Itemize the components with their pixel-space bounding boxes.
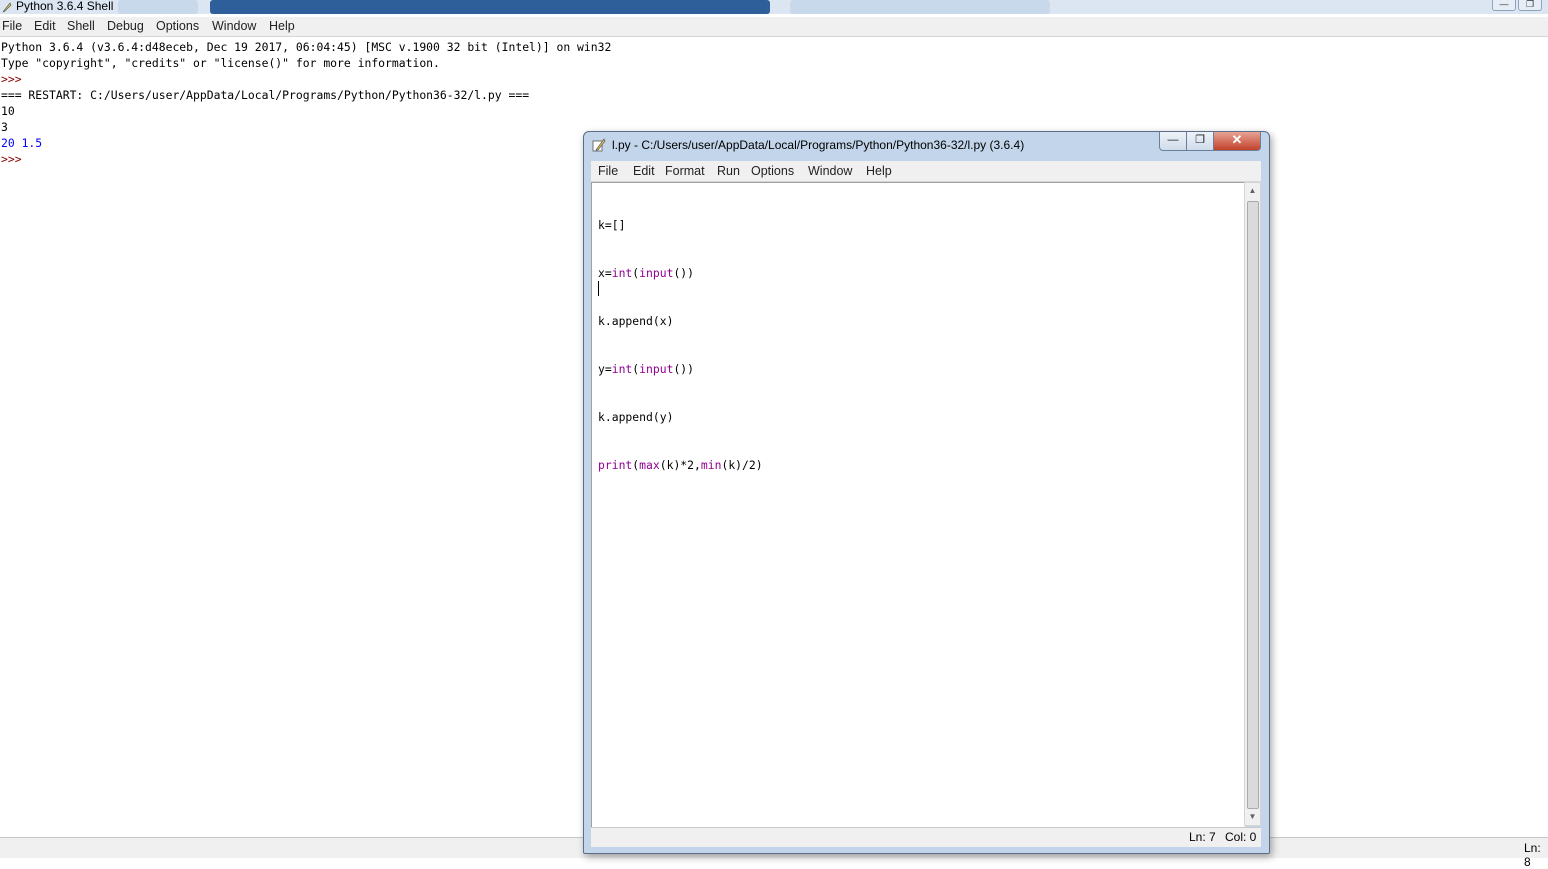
editor-maximize-button[interactable]: ❐ [1186,132,1214,151]
shell-input-line: 3 [1,120,8,134]
shell-menu-shell[interactable]: Shell [67,19,95,33]
python-feather-icon [2,2,12,13]
text-cursor [598,281,599,296]
editor-menu-help[interactable]: Help [866,164,892,178]
editor-minimize-button[interactable]: — [1159,132,1187,151]
editor-menu-options[interactable]: Options [751,164,794,178]
shell-window-title: Python 3.6.4 Shell [16,0,114,13]
code-editor-area[interactable]: k=[] x=int(input()) k.append(x) y=int(in… [591,182,1245,828]
editor-column-indicator: Col: 0 [1225,830,1257,844]
shell-banner-line: Type "copyright", "credits" or "license(… [1,56,440,70]
shell-restart-line: === RESTART: C:/Users/user/AppData/Local… [1,88,530,102]
shell-prompt: >>> [1,152,22,166]
shell-minimize-button[interactable]: — [1492,0,1516,11]
python-feather-icon [592,138,606,152]
shell-prompt: >>> [1,72,22,86]
shell-banner-line: Python 3.6.4 (v3.6.4:d48eceb, Dec 19 201… [1,40,612,54]
editor-close-button[interactable]: ✕ [1213,132,1261,151]
shell-line-indicator: Ln: 8 [1524,841,1541,869]
background-taskbar-blur [118,0,198,14]
editor-menu-window[interactable]: Window [808,164,852,178]
code-line: k.append(x) [598,314,674,328]
code-line: y=int(input()) [598,362,695,376]
scrollbar-thumb[interactable] [1247,201,1259,809]
shell-title-bar[interactable]: Python 3.6.4 Shell — ❐ [0,0,1548,14]
shell-menu-edit[interactable]: Edit [34,19,56,33]
editor-line-indicator: Ln: 7 [1189,830,1216,844]
shell-menu-help[interactable]: Help [269,19,295,33]
shell-output-line: 20 1.5 [1,136,43,150]
editor-window: l.py - C:/Users/user/AppData/Local/Progr… [583,131,1270,854]
code-line: print(max(k)*2,min(k)/2) [598,458,763,472]
editor-vertical-scrollbar[interactable]: ▲ ▼ [1244,182,1261,826]
editor-menu-file[interactable]: File [598,164,618,178]
background-taskbar-blur [790,0,1050,14]
background-taskbar-blur [210,0,770,14]
editor-menu-edit[interactable]: Edit [633,164,655,178]
shell-menu-bar: File Edit Shell Debug Options Window Hel… [0,17,1548,37]
shell-menu-options[interactable]: Options [156,19,199,33]
editor-window-title: l.py - C:/Users/user/AppData/Local/Progr… [612,138,1025,152]
code-line: k.append(y) [598,410,674,424]
code-line: x=int(input()) [598,266,695,280]
editor-menu-format[interactable]: Format [665,164,705,178]
shell-menu-debug[interactable]: Debug [107,19,144,33]
editor-menu-run[interactable]: Run [717,164,740,178]
scroll-up-arrow-icon[interactable]: ▲ [1245,183,1260,199]
shell-menu-file[interactable]: File [2,19,22,33]
shell-input-line: 10 [1,104,15,118]
code-line: k=[] [598,218,626,232]
editor-status-bar: Ln: 7 Col: 0 [591,827,1261,847]
scroll-down-arrow-icon[interactable]: ▼ [1245,809,1260,825]
editor-menu-bar: File Edit Format Run Options Window Help [591,161,1261,182]
shell-menu-window[interactable]: Window [212,19,256,33]
shell-output-area[interactable]: Python 3.6.4 (v3.6.4:d48eceb, Dec 19 201… [1,39,611,167]
shell-maximize-button[interactable]: ❐ [1518,0,1542,11]
